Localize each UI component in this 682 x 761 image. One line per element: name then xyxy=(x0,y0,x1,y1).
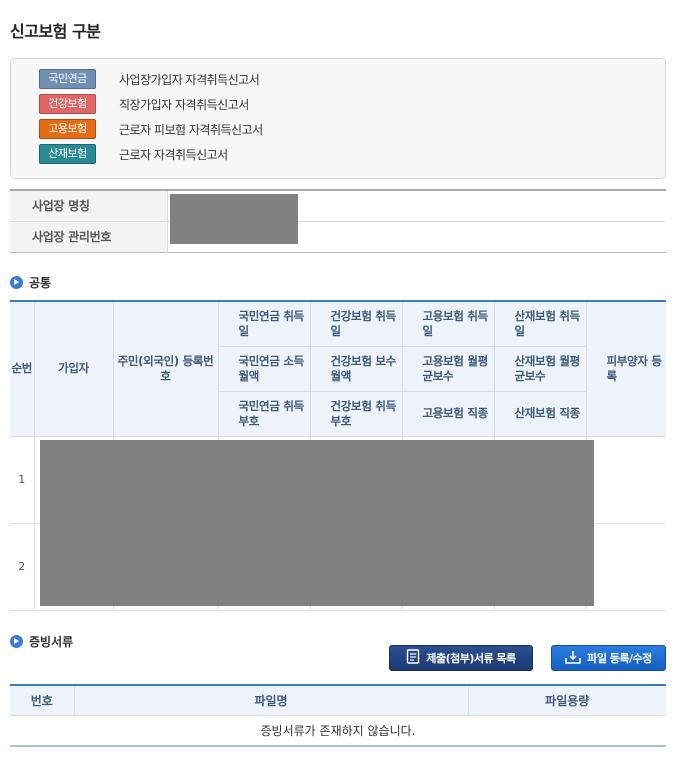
col-seq: 순번 xyxy=(10,301,35,437)
file-upload-button[interactable]: 파일 등록/수정 xyxy=(551,645,666,671)
col-file-name: 파일명 xyxy=(73,685,468,716)
common-section-label: 공통 xyxy=(29,276,52,290)
workplace-mgmt-no-label: 사업장 관리번호 xyxy=(10,221,168,252)
upload-tray-icon xyxy=(565,650,582,667)
insurance-legend-box: 국민연금 사업장가입자 자격취득신고서 건강보험 직장가입자 자격취득신고서 고… xyxy=(10,58,666,179)
col-employment-acq-date: 고용보험 취득일 xyxy=(401,301,495,347)
workplace-info-table: 사업장 명칭 사업장 관리번호 xyxy=(10,189,666,253)
pension-badge: 국민연금 xyxy=(39,69,96,89)
col-file-size: 파일용량 xyxy=(467,685,666,716)
legend-row-industrial: 산재보험 근로자 자격취득신고서 xyxy=(39,143,228,165)
health-desc: 직장가입자 자격취득신고서 xyxy=(119,97,249,112)
evidence-section-label: 증빙서류 xyxy=(29,635,74,649)
col-health-acq-date: 건강보험 취득일 xyxy=(309,301,403,347)
submitted-docs-list-button[interactable]: 제출(첨부)서류 목록 xyxy=(389,645,533,671)
col-subscriber: 가입자 xyxy=(33,301,114,437)
redacted-subscriber-data xyxy=(40,440,594,606)
industrial-desc: 근로자 자격취득신고서 xyxy=(119,147,228,162)
page-title: 신고보험 구분 xyxy=(10,22,101,41)
col-file-number: 번호 xyxy=(10,685,74,716)
health-badge: 건강보험 xyxy=(39,94,96,114)
document-list-icon xyxy=(406,649,420,667)
common-section-title: 공통 xyxy=(10,274,51,291)
pension-desc: 사업장가입자 자격취득신고서 xyxy=(119,72,260,87)
industrial-badge: 산재보험 xyxy=(39,144,96,164)
col-pension-income: 국민연금 소득월액 xyxy=(218,346,311,392)
col-industrial-acq-date: 산재보험 취득일 xyxy=(493,301,587,347)
workplace-name-label: 사업장 명칭 xyxy=(10,190,168,222)
col-dependents: 피부양자 등록 xyxy=(585,301,666,437)
col-industrial-avg-pay: 산재보험 월평균보수 xyxy=(493,346,586,392)
col-pension-acq-code: 국민연금 취득부호 xyxy=(218,391,311,437)
employment-desc: 근로자 피보험 자격취득신고서 xyxy=(119,122,263,137)
legend-row-employment: 고용보험 근로자 피보험 자격취득신고서 xyxy=(39,118,263,140)
col-employment-job: 고용보험 직종 xyxy=(401,391,495,437)
col-health-acq-code: 건강보험 취득부호 xyxy=(309,391,403,437)
file-upload-label: 파일 등록/수정 xyxy=(587,652,652,665)
redacted-workplace-info xyxy=(170,194,298,244)
col-industrial-job: 산재보험 직종 xyxy=(493,391,586,437)
legend-row-pension: 국민연금 사업장가입자 자격취득신고서 xyxy=(39,68,260,90)
row-seq: 1 xyxy=(10,435,35,524)
submitted-docs-list-label: 제출(첨부)서류 목록 xyxy=(426,652,516,665)
evidence-section-title: 증빙서류 xyxy=(10,633,73,650)
col-employment-avg-pay: 고용보험 월평균보수 xyxy=(401,346,495,392)
col-health-pay: 건강보험 보수월액 xyxy=(309,346,403,392)
col-resident-no: 주민(외국인) 등록번호 xyxy=(112,301,219,437)
evidence-file-table: 번호 파일명 파일용량 증빙서류가 존재하지 않습니다. xyxy=(10,684,666,747)
legend-row-health: 건강보험 직장가입자 자격취득신고서 xyxy=(39,93,249,115)
row-seq: 2 xyxy=(10,522,35,611)
section-bullet-icon xyxy=(10,635,23,648)
col-pension-acq-date: 국민연금 취득일 xyxy=(217,301,311,347)
section-bullet-icon xyxy=(10,276,23,289)
empty-file-message: 증빙서류가 존재하지 않습니다. xyxy=(260,723,416,738)
employment-badge: 고용보험 xyxy=(39,119,96,139)
